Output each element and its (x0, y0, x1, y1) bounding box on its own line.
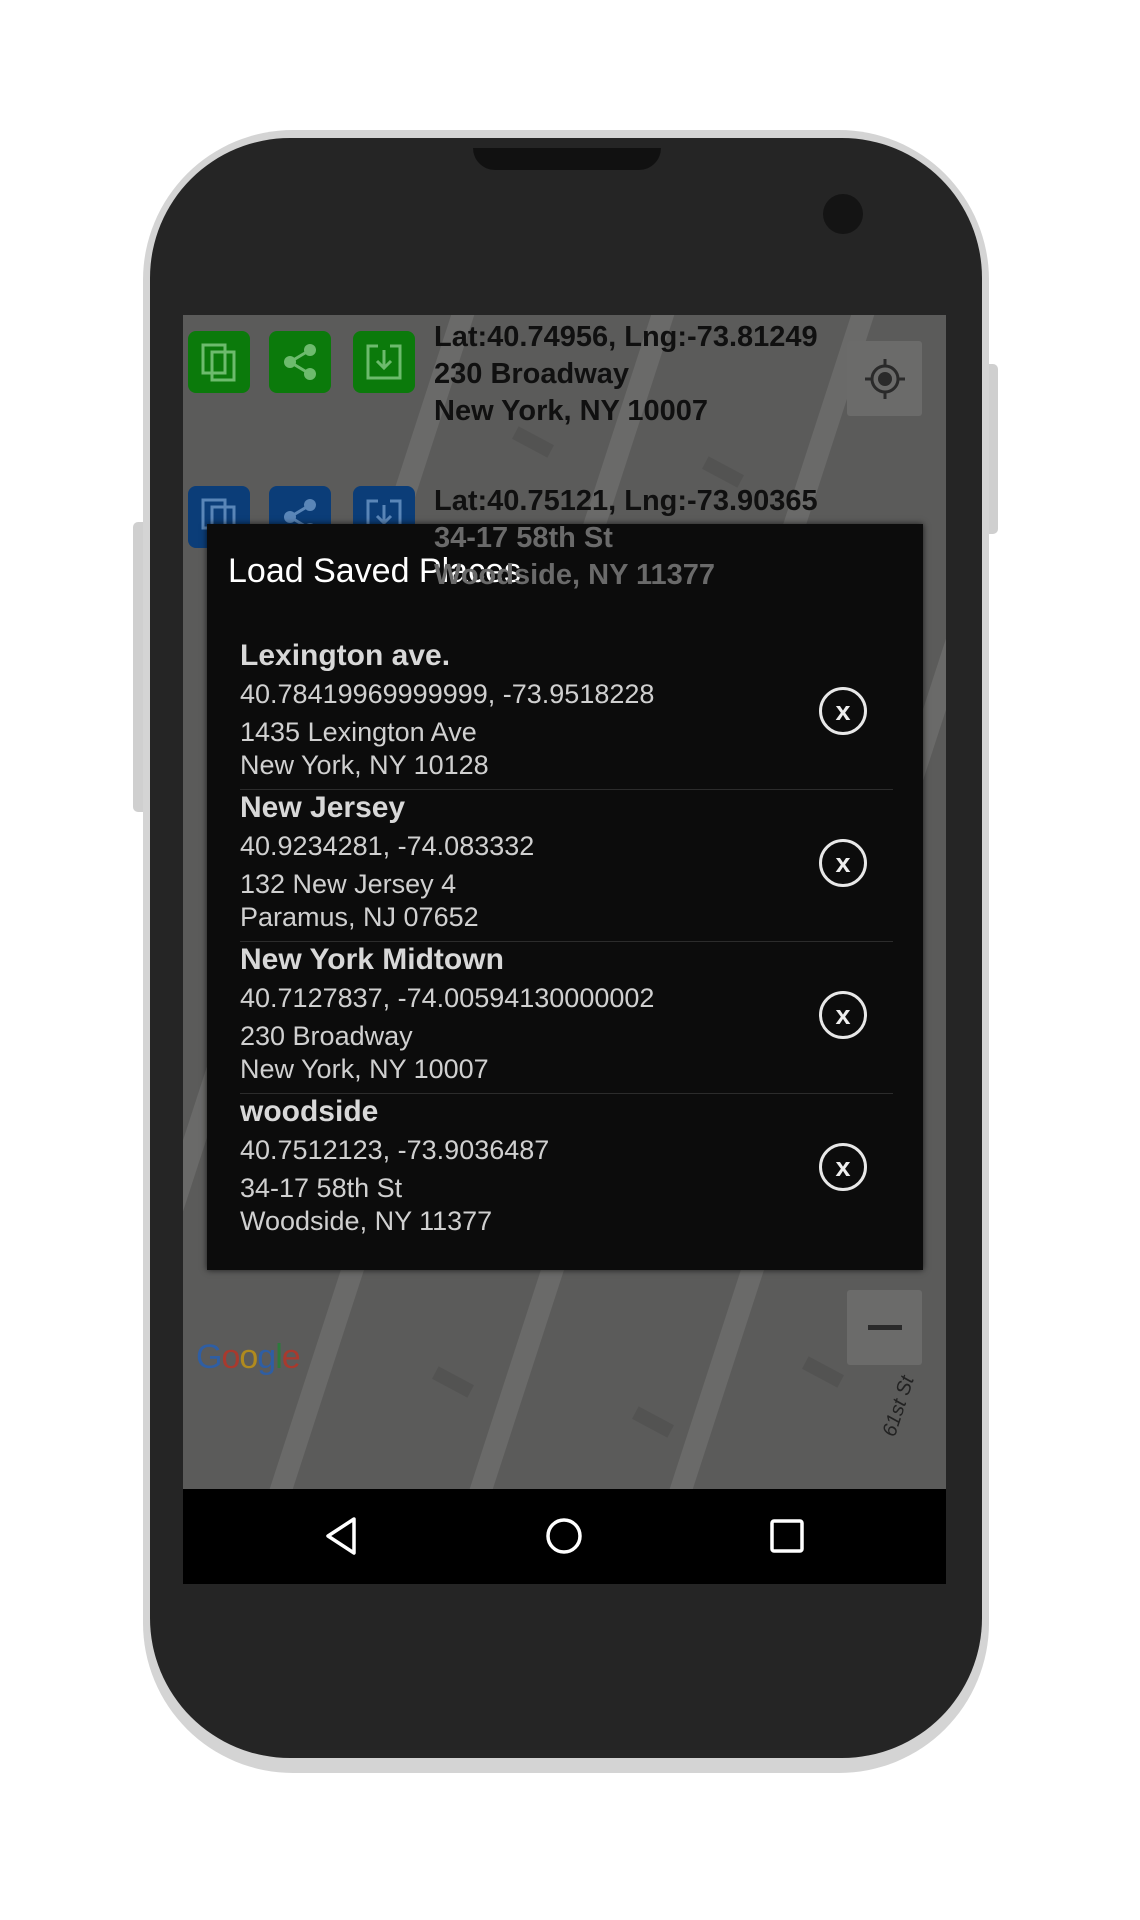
copy-button[interactable] (188, 331, 250, 393)
share-button[interactable] (269, 331, 331, 393)
crosshair-icon (864, 358, 905, 399)
place-coords: 40.9234281, -74.083332 (240, 831, 535, 861)
place-name: woodside (240, 1095, 379, 1128)
secondary-location-info: Lat:40.75121, Lng:-73.90365 34-17 58th S… (434, 483, 818, 594)
place-address-line2: Woodside, NY 11377 (240, 1206, 493, 1236)
minus-icon (867, 1325, 902, 1330)
place-coords: 40.78419969999999, -73.9518228 (240, 679, 655, 709)
primary-location-info: Lat:40.74956, Lng:-73.81249 230 Broadway… (434, 319, 818, 430)
load-saved-places-dialog: Load Saved Places Lexington ave. 40.7841… (207, 524, 923, 1270)
place-address-line1: 230 Broadway (240, 1021, 413, 1051)
copy-icon (201, 343, 236, 382)
back-icon (326, 1517, 356, 1555)
place-coords: 40.7127837, -74.00594130000002 (240, 983, 655, 1013)
delete-place-button[interactable]: x (819, 687, 867, 735)
recents-button[interactable] (762, 1511, 812, 1561)
place-address-line2: New York, NY 10128 (240, 750, 489, 780)
share-icon (284, 344, 316, 380)
place-address-line2: Paramus, NJ 07652 (240, 902, 479, 932)
place-name: New Jersey (240, 791, 406, 824)
delete-place-button[interactable]: x (819, 839, 867, 887)
close-icon: x (835, 695, 851, 726)
close-icon: x (835, 1151, 851, 1182)
speaker-grille (473, 148, 661, 170)
place-address-line2: New York, NY 10007 (240, 1054, 489, 1084)
place-name: New York Midtown (240, 943, 504, 976)
place-coords: 40.7512123, -73.9036487 (240, 1135, 550, 1165)
place-address-line1: 132 New Jersey 4 (240, 869, 457, 899)
close-icon: x (835, 847, 851, 878)
home-icon (546, 1518, 582, 1554)
street-label: 61st St (878, 1373, 919, 1440)
volume-button (133, 522, 143, 812)
place-address-line1: 1435 Lexington Ave (240, 717, 477, 747)
back-button[interactable] (317, 1511, 367, 1561)
save-icon (366, 344, 402, 380)
recents-icon (770, 1519, 804, 1553)
delete-place-button[interactable]: x (819, 991, 867, 1039)
saved-place-item[interactable]: New York Midtown 40.7127837, -74.0059413… (240, 942, 900, 1094)
secondary-address-line1: 34-17 58th St (434, 522, 613, 554)
google-logo: Google (196, 1338, 301, 1376)
map-screen[interactable]: Lat:40.74956, Lng:-73.81249 230 Broadway… (183, 315, 946, 1489)
place-address-line1: 34-17 58th St (240, 1173, 403, 1203)
secondary-address-line2: Woodside, NY 11377 (434, 559, 715, 591)
primary-address-line2: New York, NY 10007 (434, 395, 709, 427)
saved-place-item[interactable]: woodside 40.7512123, -73.9036487 34-17 5… (240, 1094, 900, 1246)
primary-coords: Lat:40.74956, Lng:-73.81249 (434, 321, 818, 353)
saved-place-item[interactable]: New Jersey 40.9234281, -74.083332 132 Ne… (240, 790, 900, 942)
save-button[interactable] (353, 331, 415, 393)
front-camera (823, 194, 863, 234)
saved-place-item[interactable]: Lexington ave. 40.78419969999999, -73.95… (240, 638, 900, 790)
my-location-button[interactable] (847, 341, 922, 416)
navigation-bar (183, 1489, 946, 1584)
zoom-out-button[interactable] (847, 1290, 922, 1365)
close-icon: x (835, 999, 851, 1030)
secondary-coords: Lat:40.75121, Lng:-73.90365 (434, 485, 818, 517)
primary-address-line1: 230 Broadway (434, 358, 630, 390)
delete-place-button[interactable]: x (819, 1143, 867, 1191)
home-button[interactable] (539, 1511, 589, 1561)
power-button (989, 364, 998, 534)
place-name: Lexington ave. (240, 639, 451, 672)
